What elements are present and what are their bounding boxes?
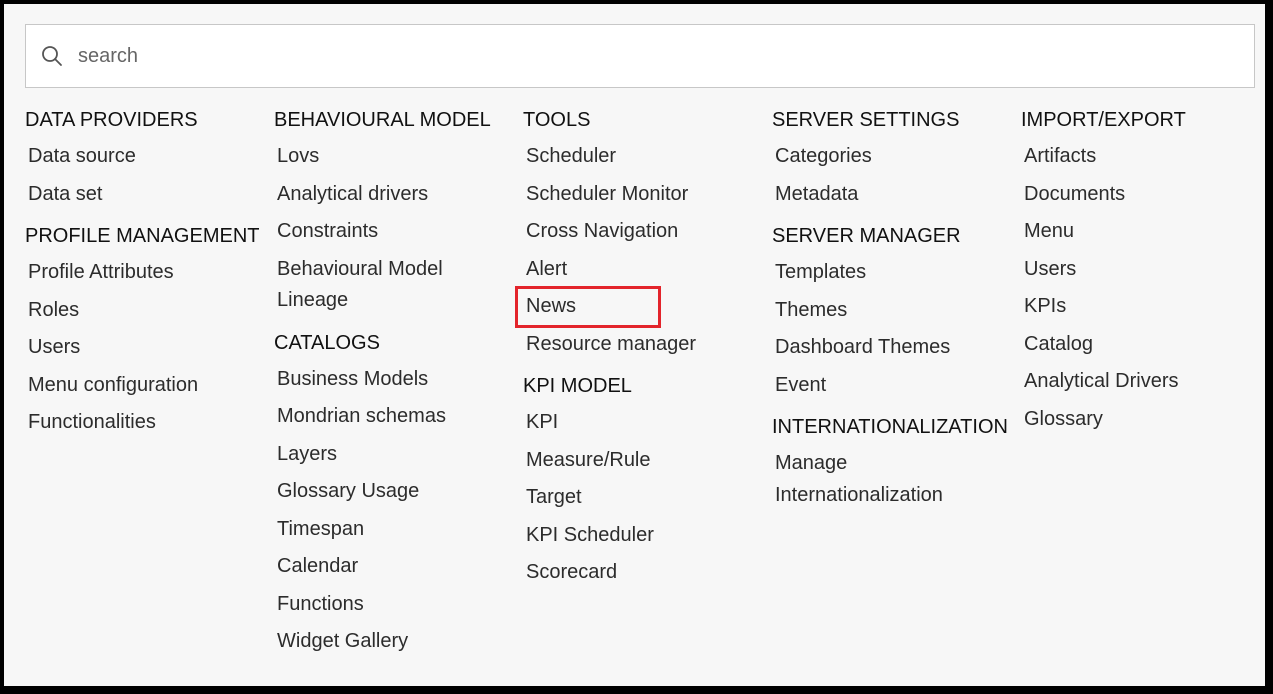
menu-item-lovs[interactable]: Lovs (274, 141, 523, 173)
section-title: SERVER SETTINGS (772, 109, 960, 131)
menu-item-documents[interactable]: Documents (1021, 179, 1270, 211)
menu-item-news[interactable]: News (523, 291, 772, 323)
menu-item-glossary-usage[interactable]: Glossary Usage (274, 476, 523, 508)
menu-item-business-models[interactable]: Business Models (274, 364, 523, 396)
menu-item-target[interactable]: Target (523, 482, 772, 514)
menu-item-kpi[interactable]: KPI (523, 407, 772, 439)
menu-item-catalog[interactable]: Catalog (1021, 329, 1270, 361)
section-title: INTERNATIONALIZATION (772, 416, 1008, 438)
menu-item-themes[interactable]: Themes (772, 295, 1021, 327)
search-icon (40, 44, 64, 68)
menu-section-internationalization: INTERNATIONALIZATION Manage Internationa… (772, 415, 1021, 511)
menu-item-dashboard-themes[interactable]: Dashboard Themes (772, 332, 1021, 364)
menu-section-profile-management: PROFILE MANAGEMENT Profile Attributes Ro… (25, 224, 274, 439)
menu-item-functions[interactable]: Functions (274, 589, 523, 621)
section-title: CATALOGS (274, 331, 380, 354)
menu-section-catalogs: CATALOGS Business Models Mondrian schema… (274, 331, 523, 658)
menu-item-manage-internationalization[interactable]: Manage Internationalization (772, 448, 990, 511)
menu-column: TOOLS Scheduler Scheduler Monitor Cross … (523, 108, 772, 672)
menu-item-scheduler-monitor[interactable]: Scheduler Monitor (523, 179, 772, 211)
section-title: TOOLS (523, 109, 591, 131)
menu-item-users[interactable]: Users (25, 332, 274, 364)
menu-item-menu-configuration[interactable]: Menu configuration (25, 370, 274, 402)
menu-item-menu[interactable]: Menu (1021, 216, 1270, 248)
menu-item-analytical-drivers[interactable]: Analytical drivers (274, 179, 523, 211)
menu-section-server-settings: SERVER SETTINGS Categories Metadata (772, 108, 1021, 210)
menu-item-data-source[interactable]: Data source (25, 141, 274, 173)
menu-item-scorecard[interactable]: Scorecard (523, 557, 772, 589)
menu-section-behavioural-model: BEHAVIOURAL MODEL Lovs Analytical driver… (274, 108, 523, 317)
menu-item-event[interactable]: Event (772, 370, 1021, 402)
menu-section-server-manager: SERVER MANAGER Templates Themes Dashboar… (772, 224, 1021, 401)
menu-column: DATA PROVIDERS Data source Data set PROF… (25, 108, 274, 672)
section-title: KPI MODEL (523, 375, 632, 397)
menu-item-users-export[interactable]: Users (1021, 254, 1270, 286)
menu-item-layers[interactable]: Layers (274, 439, 523, 471)
menu-item-calendar[interactable]: Calendar (274, 551, 523, 583)
menu-section-kpi-model: KPI MODEL KPI Measure/Rule Target KPI Sc… (523, 374, 772, 589)
menu-section-import-export: IMPORT/EXPORT Artifacts Documents Menu U… (1021, 108, 1270, 435)
search-input[interactable] (78, 44, 1178, 68)
section-title: PROFILE MANAGEMENT (25, 225, 260, 247)
menu-item-data-set[interactable]: Data set (25, 179, 274, 211)
menu-item-scheduler[interactable]: Scheduler (523, 141, 772, 173)
menu-column: SERVER SETTINGS Categories Metadata SERV… (772, 108, 1021, 672)
menu-item-categories[interactable]: Categories (772, 141, 1021, 173)
menu-item-templates[interactable]: Templates (772, 257, 1021, 289)
menu-item-constraints[interactable]: Constraints (274, 216, 523, 248)
menu-item-glossary[interactable]: Glossary (1021, 404, 1270, 436)
menu-item-analytical-drivers-export[interactable]: Analytical Drivers (1021, 366, 1270, 398)
menu-item-functionalities[interactable]: Functionalities (25, 407, 274, 439)
menu-item-profile-attributes[interactable]: Profile Attributes (25, 257, 274, 289)
section-title: IMPORT/EXPORT (1021, 109, 1186, 131)
menu-item-widget-gallery[interactable]: Widget Gallery (274, 626, 523, 658)
menu-column: IMPORT/EXPORT Artifacts Documents Menu U… (1021, 108, 1270, 672)
section-title: DATA PROVIDERS (25, 109, 198, 131)
menu-item-measure-rule[interactable]: Measure/Rule (523, 445, 772, 477)
menu-item-kpi-scheduler[interactable]: KPI Scheduler (523, 520, 772, 552)
menu-item-artifacts[interactable]: Artifacts (1021, 141, 1270, 173)
menu-item-roles[interactable]: Roles (25, 295, 274, 327)
section-title: BEHAVIOURAL MODEL (274, 109, 491, 131)
menu-column: BEHAVIOURAL MODEL Lovs Analytical driver… (274, 108, 523, 672)
menu-item-metadata[interactable]: Metadata (772, 179, 1021, 211)
menu-item-mondrian-schemas[interactable]: Mondrian schemas (274, 401, 523, 433)
search-box[interactable] (25, 24, 1255, 88)
menu-panel: DATA PROVIDERS Data source Data set PROF… (4, 4, 1265, 686)
menu-columns: DATA PROVIDERS Data source Data set PROF… (25, 108, 1270, 672)
menu-item-kpis[interactable]: KPIs (1021, 291, 1270, 323)
menu-item-resource-manager[interactable]: Resource manager (523, 329, 772, 361)
menu-section-tools: TOOLS Scheduler Scheduler Monitor Cross … (523, 108, 772, 360)
menu-item-timespan[interactable]: Timespan (274, 514, 523, 546)
section-title: SERVER MANAGER (772, 225, 961, 247)
menu-item-behavioural-model-lineage[interactable]: Behavioural Model Lineage (274, 254, 492, 317)
menu-section-data-providers: DATA PROVIDERS Data source Data set (25, 108, 274, 210)
menu-item-cross-navigation[interactable]: Cross Navigation (523, 216, 772, 248)
menu-item-alert[interactable]: Alert (523, 254, 772, 286)
